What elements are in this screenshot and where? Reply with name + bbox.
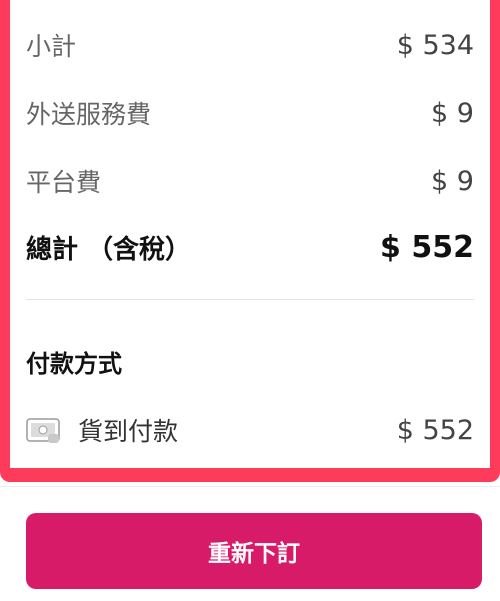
platform-fee-value: $ 9 [431,165,474,197]
subtotal-value: $ 534 [396,29,474,61]
total-label: 總計 （含稅） [26,235,192,265]
payment-method-row: 貨到付款 $ 552 [26,412,474,448]
total-row: 總計 （含稅） $ 552 [26,229,474,266]
payment-method-title: 付款方式 [26,350,122,378]
delivery-fee-value: $ 9 [431,97,474,129]
subtotal-label: 小計 [26,32,77,61]
cash-icon [26,418,60,443]
platform-fee-label: 平台費 [26,168,102,197]
delivery-fee-row: 外送服務費 $ 9 [26,95,474,131]
payment-method-label: 貨到付款 [78,417,179,446]
platform-fee-row: 平台費 $ 9 [26,163,474,199]
subtotal-row: 小計 $ 534 [26,27,474,63]
reorder-button[interactable]: 重新下訂 [26,513,482,589]
total-value: $ 552 [380,230,474,265]
divider [26,299,474,300]
delivery-fee-label: 外送服務費 [26,100,152,129]
payment-amount: $ 552 [396,414,474,446]
payment-method-info: 貨到付款 [26,412,178,448]
order-summary: 小計 $ 534 外送服務費 $ 9 平台費 $ 9 總計 （含稅） $ 552… [10,0,490,468]
